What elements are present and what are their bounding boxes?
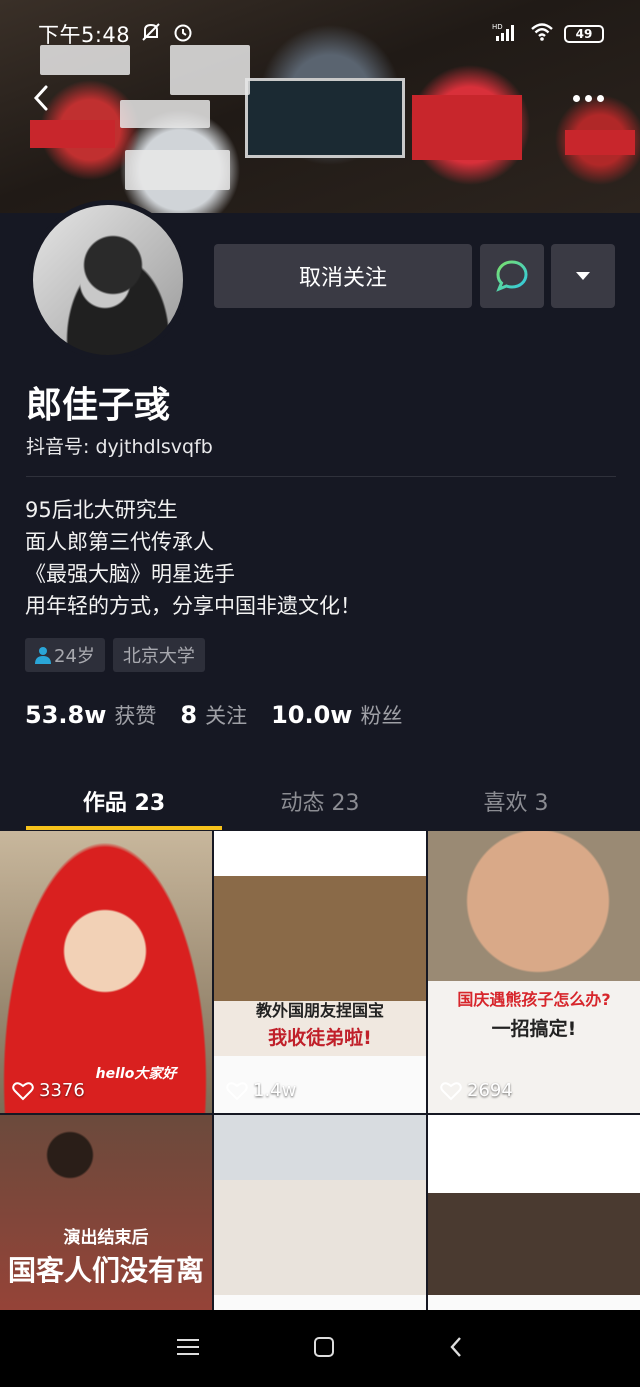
profile-cover-image: 下午5:48 HD 49 xyxy=(0,0,640,213)
stat-following[interactable]: 8 关注 xyxy=(180,700,247,730)
stat-likes-value: 53.8w xyxy=(25,701,107,729)
battery-icon: 49 xyxy=(564,25,604,43)
bio-line: 《最强大脑》明星选手 xyxy=(25,562,235,586)
system-back-button[interactable] xyxy=(449,1336,463,1362)
school-tag-label: 北京大学 xyxy=(122,646,195,667)
avatar[interactable] xyxy=(28,200,188,360)
bio: 95后北大研究生 面人郎第三代传承人 《最强大脑》明星选手 用年轻的方式，分享中… xyxy=(25,494,361,622)
video-likes-count: 3376 xyxy=(39,1080,85,1101)
more-icon xyxy=(572,94,580,102)
caret-down-icon xyxy=(576,272,590,280)
video-grid: hello大家好 3376 教外国朋友捏国宝 我收徒弟啦! 1.4w 国庆遇熊孩… xyxy=(0,831,640,1387)
video-thumbnail[interactable]: 教外国朋友捏国宝 我收徒弟啦! 1.4w xyxy=(214,831,426,1113)
home-button[interactable] xyxy=(313,1336,335,1362)
signal-icon: HD xyxy=(492,22,520,46)
video-thumbnail[interactable]: 国庆遇熊孩子怎么办? 一招搞定! 2694 xyxy=(428,831,640,1113)
video-likes: 1.4w xyxy=(226,1080,296,1101)
video-likes-count: 2694 xyxy=(467,1080,513,1101)
video-likes-count: 1.4w xyxy=(253,1080,297,1101)
tab-moments[interactable]: 动态 23 xyxy=(222,772,418,830)
video-caption-2: 国客人们没有离 xyxy=(7,1254,204,1287)
age-tag-label: 24岁 xyxy=(54,646,95,667)
stat-followers-value: 10.0w xyxy=(271,701,353,729)
alarm-icon xyxy=(172,21,194,48)
back-button[interactable] xyxy=(26,80,56,116)
network-label: HD xyxy=(492,23,503,31)
profile-tags: 24岁 北京大学 xyxy=(25,638,205,672)
home-square-icon xyxy=(314,1336,334,1357)
stat-likes-label: 获赞 xyxy=(114,704,157,728)
video-caption: 教外国朋友捏国宝 xyxy=(255,1001,384,1020)
school-tag: 北京大学 xyxy=(112,638,205,672)
content-tabs: 作品 23 动态 23 喜欢 3 xyxy=(0,772,640,830)
back-icon xyxy=(33,85,48,111)
wifi-icon xyxy=(530,22,554,46)
divider xyxy=(26,476,616,477)
stat-followers[interactable]: 10.0w 粉丝 xyxy=(271,700,402,730)
status-time: 下午5:48 xyxy=(38,23,131,47)
stat-following-value: 8 xyxy=(180,701,198,729)
video-caption: 演出结束后 xyxy=(63,1228,149,1248)
dropdown-button[interactable] xyxy=(551,244,615,308)
video-caption-2: 我收徒弟啦! xyxy=(268,1027,372,1049)
heart-icon xyxy=(226,1081,248,1100)
stat-followers-label: 粉丝 xyxy=(360,704,403,728)
mute-icon xyxy=(140,21,162,48)
stat-likes: 53.8w 获赞 xyxy=(25,700,156,730)
profile-name: 郎佳子彧 xyxy=(26,385,171,426)
person-icon xyxy=(35,647,51,664)
video-likes: 2694 xyxy=(440,1080,513,1101)
unfollow-button[interactable]: 取消关注 xyxy=(214,244,472,308)
system-nav-bar xyxy=(0,1310,640,1387)
tab-likes[interactable]: 喜欢 3 xyxy=(418,772,614,830)
more-options-button[interactable] xyxy=(562,80,614,116)
video-likes: 3376 xyxy=(12,1080,85,1101)
status-bar: 下午5:48 HD 49 xyxy=(0,14,640,54)
tab-works[interactable]: 作品 23 xyxy=(26,772,222,830)
video-caption: 国庆遇熊孩子怎么办? xyxy=(457,990,611,1009)
profile-stats: 53.8w 获赞 8 关注 10.0w 粉丝 xyxy=(25,700,426,730)
douyin-id[interactable]: 抖音号: dyjthdlsvqfb xyxy=(26,432,213,459)
menu-icon xyxy=(177,1338,199,1355)
system-back-icon xyxy=(450,1336,461,1357)
bio-line: 95后北大研究生 xyxy=(25,498,178,522)
heart-icon xyxy=(440,1081,462,1100)
menu-button[interactable] xyxy=(177,1338,199,1360)
heart-icon xyxy=(12,1081,34,1100)
stat-following-label: 关注 xyxy=(205,704,248,728)
bio-line: 面人郎第三代传承人 xyxy=(25,530,214,554)
chat-button[interactable] xyxy=(480,244,544,308)
chat-bubble-icon xyxy=(496,260,528,292)
age-tag: 24岁 xyxy=(25,638,105,672)
video-caption-2: 一招搞定! xyxy=(491,1018,577,1040)
video-thumbnail[interactable]: hello大家好 3376 xyxy=(0,831,212,1113)
bio-line: 用年轻的方式，分享中国非遗文化！ xyxy=(25,594,361,618)
